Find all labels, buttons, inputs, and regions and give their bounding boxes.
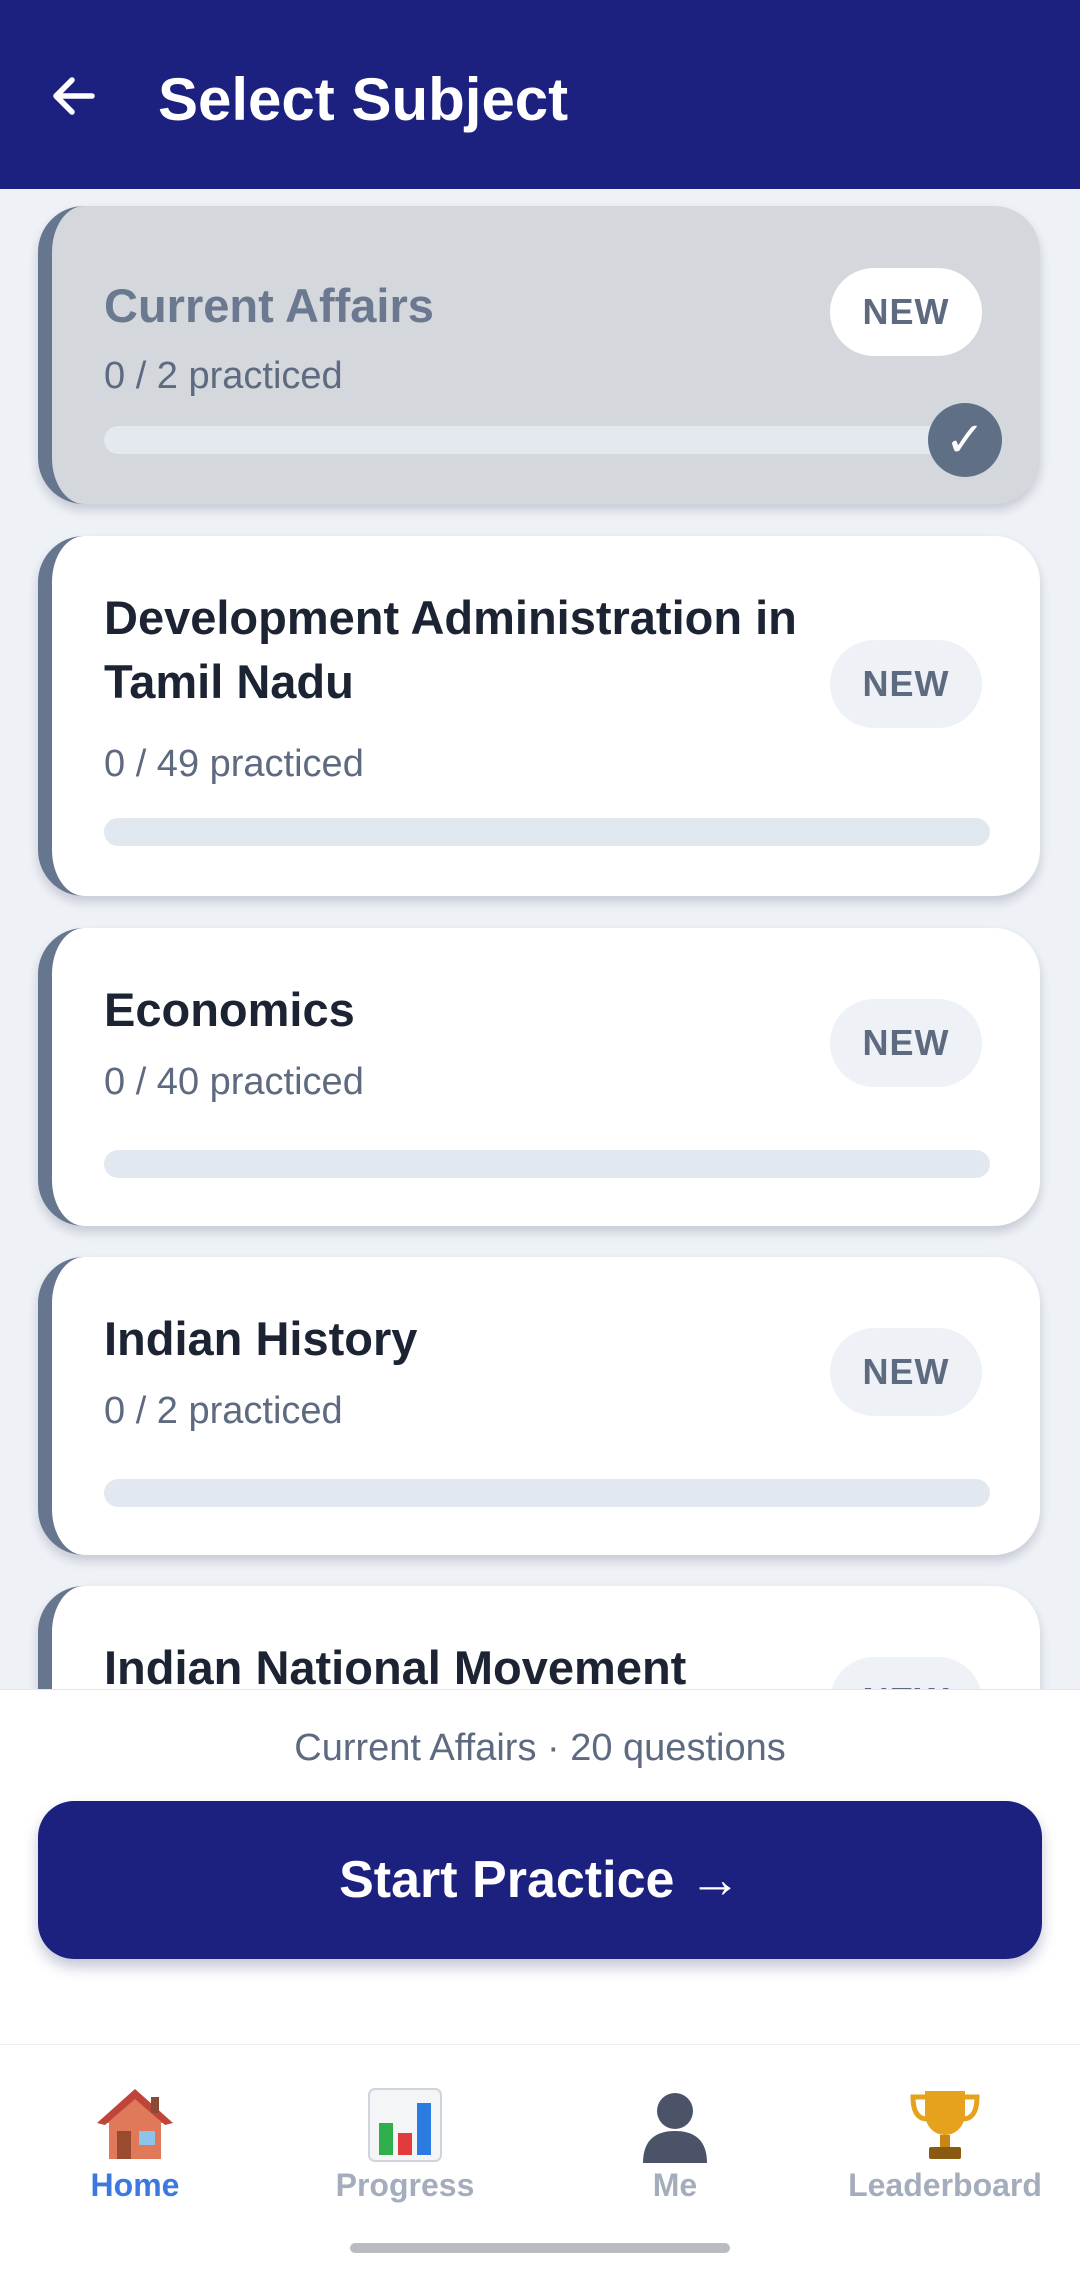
subject-card-indian-national-movement[interactable]: Indian National Movement NEW bbox=[38, 1586, 1040, 1689]
tab-label: Home bbox=[90, 2167, 180, 2203]
status-badge: NEW bbox=[830, 999, 982, 1087]
practiced-count: 0 / 40 practiced bbox=[104, 1061, 364, 1103]
status-badge: NEW bbox=[830, 268, 982, 356]
status-badge: NEW bbox=[830, 640, 982, 728]
tab-label: Leaderboard bbox=[848, 2167, 1042, 2203]
practiced-count: 0 / 2 practiced bbox=[104, 355, 343, 397]
selection-summary: Current Affairs · 20 questions bbox=[294, 1727, 786, 1769]
bottom-tab-bar: Home Progress Me Leaderboard bbox=[0, 2044, 1080, 2269]
chart-icon bbox=[368, 2088, 442, 2162]
subject-card-indian-history[interactable]: Indian History 0 / 2 practiced NEW bbox=[38, 1257, 1040, 1555]
subject-card-current-affairs[interactable]: Current Affairs 0 / 2 practiced NEW ✓ bbox=[38, 206, 1040, 504]
check-icon: ✓ bbox=[928, 403, 1002, 477]
tab-me[interactable]: Me bbox=[540, 2085, 810, 2235]
subject-title: Indian History bbox=[104, 1312, 418, 1365]
app-header: Select Subject bbox=[0, 0, 1080, 189]
back-button[interactable] bbox=[42, 64, 106, 128]
progress-bar bbox=[104, 1479, 990, 1507]
tab-home[interactable]: Home bbox=[0, 2085, 270, 2235]
subject-title: Current Affairs bbox=[104, 279, 434, 332]
subject-title: Economics bbox=[104, 983, 355, 1036]
tab-leaderboard[interactable]: Leaderboard bbox=[810, 2085, 1080, 2235]
tab-label: Progress bbox=[335, 2167, 475, 2203]
page-title: Select Subject bbox=[158, 66, 569, 133]
practiced-count: 0 / 49 practiced bbox=[104, 743, 364, 785]
tab-label: Me bbox=[652, 2167, 698, 2203]
app-root: Select Subject Current Affairs 0 / 2 pra… bbox=[0, 0, 1080, 2269]
status-badge: NEW bbox=[830, 1657, 982, 1689]
start-panel: Current Affairs · 20 questions Start Pra… bbox=[0, 1689, 1080, 2044]
subject-title: Development Administration in Tamil Nadu bbox=[104, 591, 797, 708]
user-icon bbox=[643, 2093, 707, 2163]
status-badge: NEW bbox=[830, 1328, 982, 1416]
subject-list[interactable]: Current Affairs 0 / 2 practiced NEW ✓ De… bbox=[0, 189, 1080, 1689]
subject-title: Indian National Movement bbox=[104, 1641, 687, 1689]
start-practice-button[interactable]: Start Practice → bbox=[38, 1801, 1042, 1959]
home-icon bbox=[97, 2089, 173, 2159]
progress-bar bbox=[104, 818, 990, 846]
trophy-icon bbox=[910, 2091, 980, 2159]
practiced-count: 0 / 2 practiced bbox=[104, 1390, 343, 1432]
tab-progress[interactable]: Progress bbox=[270, 2085, 540, 2235]
subject-card-economics[interactable]: Economics 0 / 40 practiced NEW bbox=[38, 928, 1040, 1226]
arrow-left-icon bbox=[53, 77, 95, 115]
progress-bar bbox=[104, 426, 964, 454]
progress-bar bbox=[104, 1150, 990, 1178]
subject-card-development-administration[interactable]: Development Administration in Tamil Nadu… bbox=[38, 536, 1040, 896]
home-indicator bbox=[350, 2243, 730, 2253]
